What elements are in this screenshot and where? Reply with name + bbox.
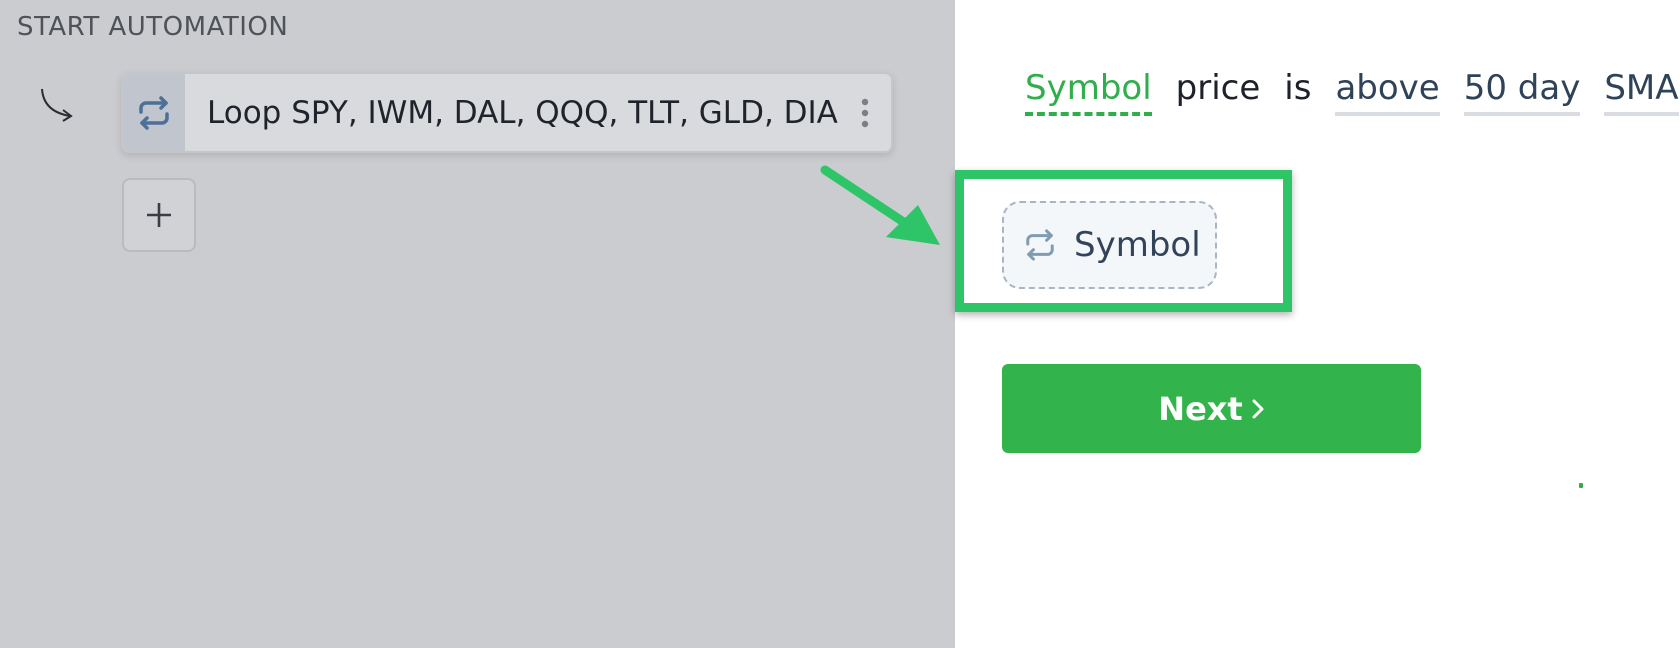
chevron-right-icon <box>1251 398 1265 420</box>
annotation-arrow <box>820 165 940 245</box>
condition-editor-panel: Symbol price is above 50 day SMA Symbol … <box>955 0 1680 648</box>
next-button[interactable]: Next <box>1002 364 1421 453</box>
automation-canvas: START AUTOMATION Loop SPY, IWM, DAL, QQQ… <box>0 0 955 648</box>
condition-sentence: Symbol price is above 50 day SMA <box>1025 68 1679 116</box>
add-step-button[interactable] <box>122 178 196 252</box>
step-menu-button[interactable] <box>839 74 891 151</box>
next-button-label: Next <box>1158 389 1243 428</box>
repeat-icon <box>1026 229 1054 261</box>
token-is: is <box>1284 68 1312 108</box>
repeat-icon <box>139 95 169 130</box>
stray-marker-dot <box>1579 483 1583 488</box>
loop-icon-box <box>123 74 185 151</box>
token-period[interactable]: 50 day <box>1463 68 1581 116</box>
curved-arrow-icon <box>41 88 73 122</box>
token-comparison[interactable]: above <box>1335 68 1440 116</box>
token-symbol[interactable]: Symbol <box>1025 68 1152 116</box>
symbol-option-chip[interactable]: Symbol <box>1002 201 1217 289</box>
token-indicator[interactable]: SMA <box>1604 68 1679 116</box>
loop-step-label: Loop SPY, IWM, DAL, QQQ, TLT, GLD, DIA <box>207 94 838 131</box>
plus-icon <box>147 203 171 227</box>
kebab-menu-icon <box>861 98 869 127</box>
loop-step-card[interactable]: Loop SPY, IWM, DAL, QQQ, TLT, GLD, DIA <box>121 72 893 153</box>
section-label-start-automation: START AUTOMATION <box>17 12 289 42</box>
token-price: price <box>1175 68 1261 108</box>
symbol-chip-label: Symbol <box>1074 225 1201 265</box>
